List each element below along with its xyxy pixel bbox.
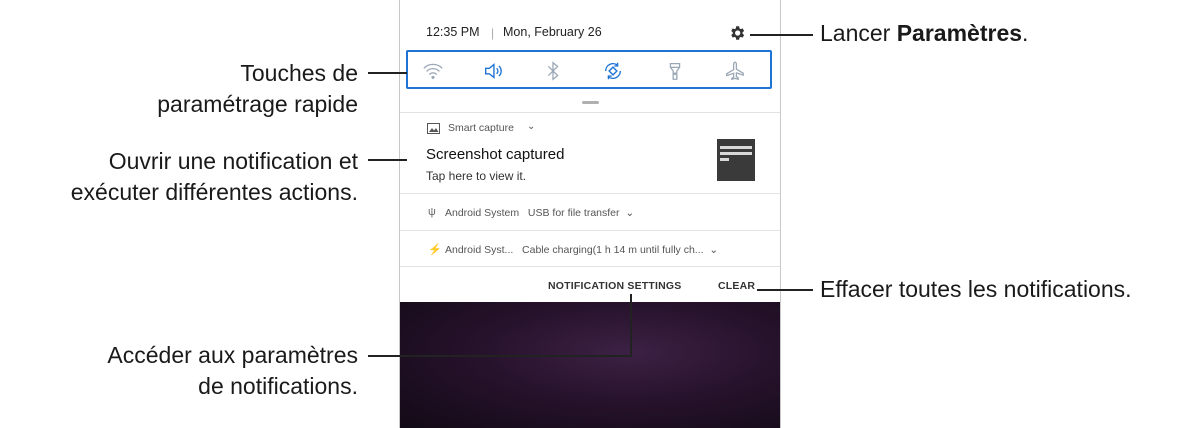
panel-drag-handle[interactable] <box>582 101 599 104</box>
notification-settings-button[interactable]: NOTIFICATION SETTINGS <box>548 280 682 292</box>
charging-bolt-icon: ⚡ <box>428 244 442 256</box>
clear-button[interactable]: CLEAR <box>718 280 755 292</box>
status-time: 12:35 PM <box>426 25 480 39</box>
annotation-notification-settings: Accéder aux paramètres de notifications. <box>107 342 358 399</box>
airplane-mode-icon[interactable] <box>724 60 746 82</box>
callout-line <box>368 159 407 161</box>
bluetooth-icon[interactable] <box>542 60 564 82</box>
callout-line <box>757 289 813 291</box>
annotation-quick-settings: Touches de paramétrage rapide <box>157 60 358 117</box>
divider <box>400 230 780 231</box>
auto-rotate-icon[interactable] <box>602 60 624 82</box>
notification-app-label: Android System <box>445 207 520 219</box>
notification-panel: 12:35 PM | Mon, February 26 Smart captur… <box>399 0 781 428</box>
settings-gear-icon[interactable] <box>728 24 746 42</box>
chevron-down-icon[interactable]: ⌄ <box>527 121 535 132</box>
wifi-icon[interactable] <box>422 60 444 82</box>
chevron-down-icon[interactable]: ⌄ <box>622 207 634 219</box>
flashlight-icon[interactable] <box>664 60 686 82</box>
notification-text: Cable charging(1 h 14 m until fully ch..… <box>522 244 704 256</box>
callout-line <box>750 34 813 36</box>
notification-subtitle: Tap here to view it. <box>426 169 527 183</box>
notification-text: USB for file transfer <box>527 207 620 219</box>
divider <box>400 193 780 194</box>
annotation-open-notification: Ouvrir une notification et exécuter diff… <box>70 148 358 205</box>
status-bar: 12:35 PM | Mon, February 26 <box>400 0 780 48</box>
notification-title: Screenshot captured <box>426 146 565 163</box>
status-date: Mon, February 26 <box>503 25 602 39</box>
image-icon <box>427 123 440 134</box>
status-separator: | <box>491 26 495 40</box>
notification-app-label: Smart capture <box>448 122 514 134</box>
callout-line <box>368 72 407 74</box>
notification-app-label: Android Syst... <box>445 244 514 256</box>
quick-settings-bar <box>406 50 772 89</box>
chevron-down-icon[interactable]: ⌄ <box>706 244 718 256</box>
divider <box>400 266 780 267</box>
sound-icon[interactable] <box>482 60 504 82</box>
callout-line <box>368 355 632 357</box>
annotation-launch-settings: Lancer Paramètres. <box>820 20 1029 46</box>
usb-icon: ψ <box>428 206 436 218</box>
callout-line <box>630 294 632 357</box>
divider <box>400 112 780 113</box>
screenshot-thumbnail <box>717 139 755 181</box>
wallpaper <box>400 302 780 428</box>
annotation-clear-all: Effacer toutes les notifications. <box>820 276 1132 302</box>
